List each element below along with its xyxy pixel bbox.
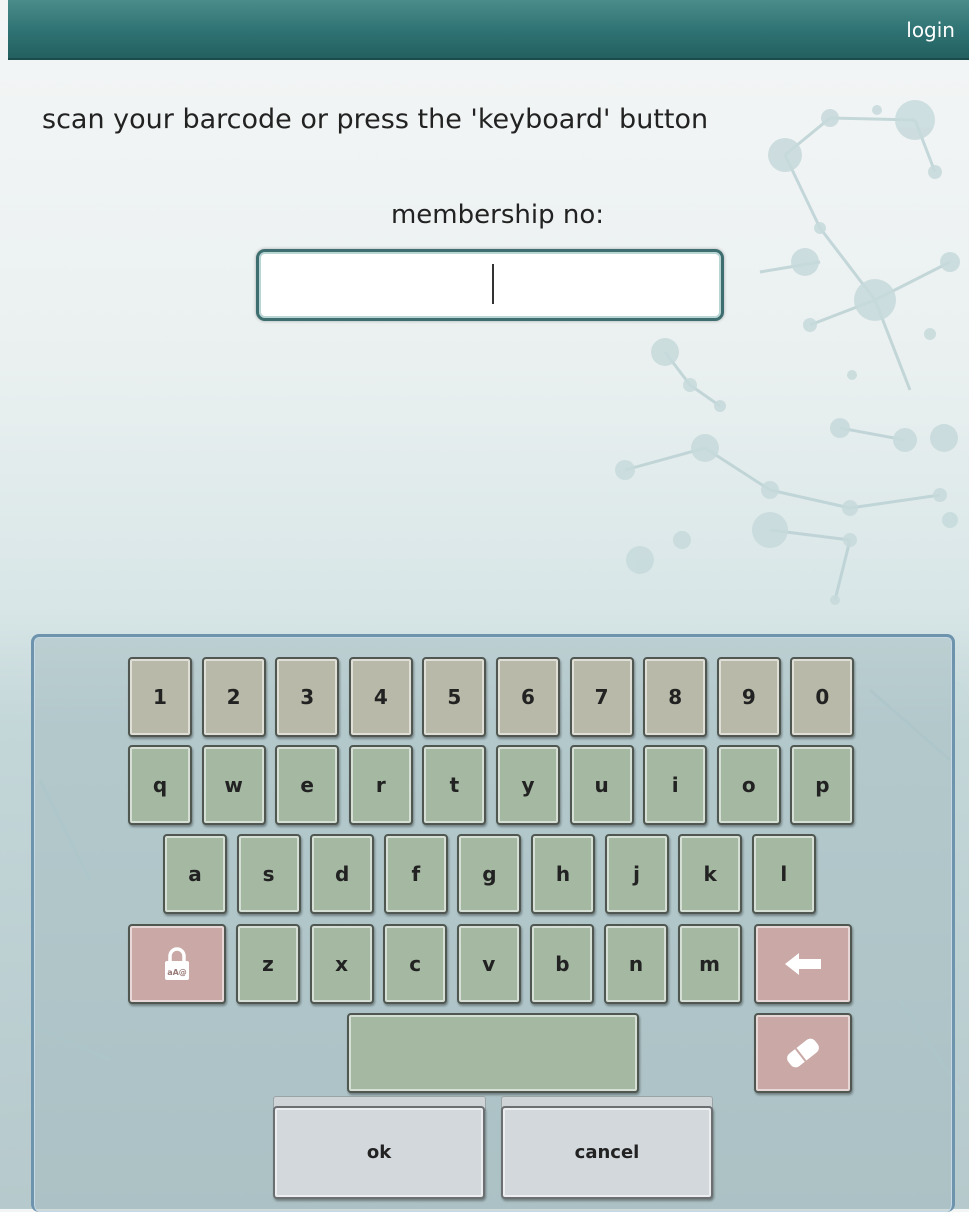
key-t[interactable]: t (422, 745, 487, 825)
key-2[interactable]: 2 (201, 657, 266, 737)
backspace-arrow-icon (785, 953, 821, 975)
key-d[interactable]: d (310, 834, 375, 914)
key-7[interactable]: 7 (569, 657, 634, 737)
key-label: n (628, 952, 644, 976)
key-label: 1 (153, 685, 167, 709)
key-label: m (699, 952, 721, 976)
key-5[interactable]: 5 (422, 657, 487, 737)
key-label: 5 (447, 685, 462, 709)
key-label: r (375, 773, 386, 797)
key-label: s (262, 862, 275, 886)
key-l[interactable]: l (751, 834, 816, 914)
key-n[interactable]: n (604, 924, 668, 1004)
shift-key[interactable]: aA@ (128, 924, 226, 1004)
key-label: i (671, 773, 679, 797)
key-z[interactable]: z (236, 924, 300, 1004)
key-8[interactable]: 8 (643, 657, 708, 737)
key-f[interactable]: f (383, 834, 448, 914)
space-key[interactable] (347, 1013, 639, 1093)
key-label: 0 (815, 685, 830, 709)
key-label: f (411, 862, 421, 886)
key-label: 8 (668, 685, 683, 709)
key-3[interactable]: 3 (275, 657, 340, 737)
cancel-button-label: cancel (574, 1142, 640, 1163)
window-title: login (906, 18, 955, 42)
key-4[interactable]: 4 (348, 657, 413, 737)
key-label: 4 (373, 685, 388, 709)
ok-button-label: ok (366, 1142, 392, 1163)
key-label: 2 (226, 685, 241, 709)
key-v[interactable]: v (456, 924, 521, 1004)
key-label: o (741, 773, 756, 797)
instruction-text: scan your barcode or press the 'keyboard… (42, 104, 709, 135)
key-r[interactable]: r (348, 745, 413, 825)
key-label: x (335, 952, 349, 976)
title-bar: login (8, 0, 969, 60)
key-label: j (633, 862, 641, 886)
key-label: k (703, 862, 717, 886)
membership-number-input[interactable] (265, 258, 715, 312)
key-h[interactable]: h (531, 834, 595, 914)
eraser-icon (787, 1038, 819, 1068)
key-label: q (152, 773, 168, 797)
key-i[interactable]: i (643, 745, 708, 825)
key-x[interactable]: x (309, 924, 374, 1004)
key-w[interactable]: w (201, 745, 266, 825)
key-o[interactable]: o (716, 745, 781, 825)
key-y[interactable]: y (496, 745, 560, 825)
key-label: v (482, 952, 496, 976)
key-e[interactable]: e (275, 745, 340, 825)
key-label: 6 (521, 685, 535, 709)
key-label: t (449, 773, 460, 797)
key-label: d (335, 862, 350, 886)
key-6[interactable]: 6 (496, 657, 560, 737)
membership-number-field[interactable] (256, 249, 724, 321)
key-label: l (780, 862, 788, 886)
key-label: p (815, 773, 830, 797)
text-caret (492, 264, 494, 304)
key-j[interactable]: j (604, 834, 669, 914)
key-label: 7 (594, 685, 609, 709)
key-label: y (521, 773, 535, 797)
key-s[interactable]: s (236, 834, 301, 914)
key-k[interactable]: k (678, 834, 743, 914)
key-label: g (482, 862, 497, 886)
key-label: w (224, 773, 243, 797)
key-label: b (555, 952, 570, 976)
key-label: c (409, 952, 422, 976)
key-label: 3 (300, 685, 315, 709)
key-label: a (188, 862, 202, 886)
key-a[interactable]: a (163, 834, 227, 914)
cancel-button[interactable]: cancel (501, 1106, 713, 1199)
membership-number-label: membership no: (390, 200, 604, 230)
clear-key[interactable] (754, 1013, 852, 1093)
key-p[interactable]: p (790, 745, 855, 825)
key-c[interactable]: c (383, 924, 448, 1004)
ok-button[interactable]: ok (273, 1106, 485, 1199)
key-9[interactable]: 9 (716, 657, 781, 737)
lock-shift-icon: aA@ (165, 947, 189, 980)
key-m[interactable]: m (677, 924, 742, 1004)
shift-icon-text: aA@ (167, 968, 187, 977)
key-1[interactable]: 1 (128, 657, 192, 737)
key-q[interactable]: q (128, 745, 192, 825)
key-u[interactable]: u (569, 745, 634, 825)
key-b[interactable]: b (530, 924, 595, 1004)
key-label: 9 (741, 685, 756, 709)
key-label: h (555, 862, 571, 886)
key-g[interactable]: g (457, 834, 522, 914)
key-0[interactable]: 0 (790, 657, 855, 737)
key-label: z (262, 952, 274, 976)
key-label: e (300, 773, 314, 797)
backspace-key[interactable] (754, 924, 852, 1004)
on-screen-keyboard: 1234567890 qwertyuiop asdfghjkl zxcvbnm … (31, 634, 955, 1212)
key-label: u (594, 773, 609, 797)
